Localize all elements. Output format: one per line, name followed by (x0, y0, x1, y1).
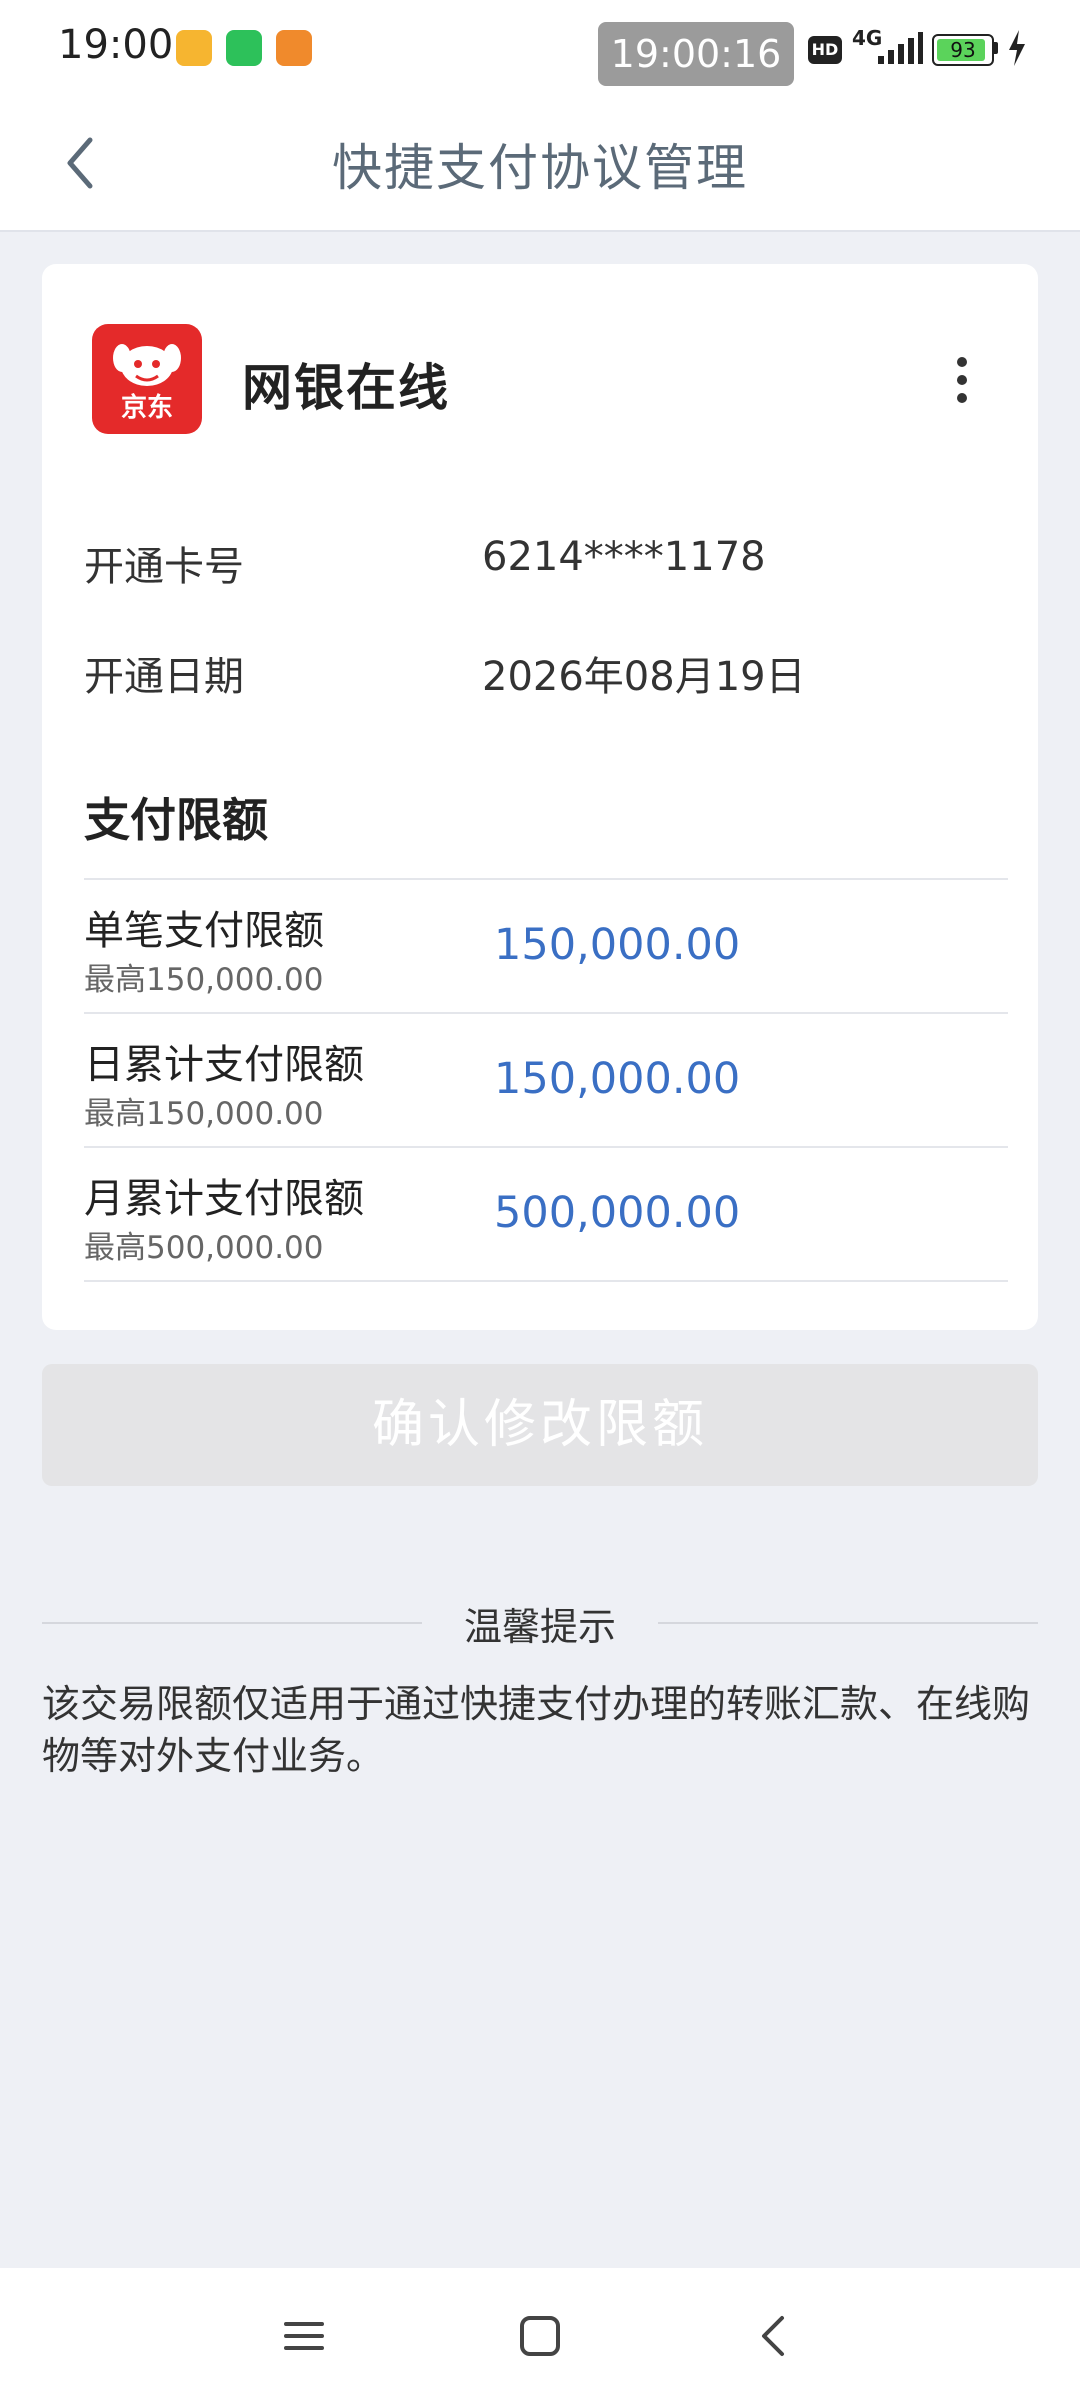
status-bar: 19:00 19:00:16 HD 4G 93 (0, 0, 1080, 100)
status-time: 19:00 (58, 22, 174, 68)
tips-text: 该交易限额仅适用于通过快捷支付办理的转账汇款、在线购物等对外支付业务。 (42, 1682, 1031, 1778)
video-app-icon (276, 30, 312, 66)
screen-recording-timer: 19:00:16 (598, 22, 794, 86)
battery-icon: 93 (932, 34, 994, 66)
battery-level: 93 (950, 38, 976, 62)
limits-section-title: 支付限额 (84, 793, 268, 847)
menu-icon[interactable] (274, 2306, 334, 2366)
notes-app-icon (176, 30, 212, 66)
card-number-label: 开通卡号 (84, 544, 244, 590)
confirm-limit-button[interactable]: 确认修改限额 (42, 1364, 1038, 1486)
page-header: 快捷支付协议管理 (0, 100, 1080, 232)
limit-name: 月累计支付限额 (84, 1176, 364, 1222)
divider (84, 1280, 1008, 1282)
more-vertical-icon[interactable] (942, 350, 982, 410)
merchant-name: 网银在线 (242, 359, 450, 417)
limit-max: 最高500,000.00 (84, 1230, 324, 1266)
limit-value-input[interactable]: 150,000.00 (494, 1054, 740, 1104)
limit-max: 最高150,000.00 (84, 962, 324, 998)
charging-icon (1009, 30, 1025, 66)
divider (84, 1012, 1008, 1014)
open-date-value: 2026年08月19日 (482, 654, 806, 700)
limit-max: 最高150,000.00 (84, 1096, 324, 1132)
tips-title: 温馨提示 (463, 1605, 616, 1649)
merchant-logo-text: 京东 (120, 393, 173, 423)
battery-tip (994, 42, 998, 54)
system-nav-bar (0, 2268, 1080, 2400)
back-icon[interactable] (744, 2306, 804, 2366)
merchant-logo: 京东 (92, 324, 202, 434)
signal-icon (878, 32, 923, 64)
divider (84, 878, 1008, 880)
limit-name: 单笔支付限额 (84, 908, 324, 954)
open-date-label: 开通日期 (84, 654, 244, 700)
agreement-card: 京东 网银在线 开通卡号 6214****1178 开通日期 2026年08月1… (42, 264, 1038, 1330)
home-icon[interactable] (510, 2306, 570, 2366)
card-number-value: 6214****1178 (482, 534, 766, 580)
limit-value-input[interactable]: 150,000.00 (494, 920, 740, 970)
limit-value-input[interactable]: 500,000.00 (494, 1188, 740, 1238)
page-title: 快捷支付协议管理 (332, 139, 748, 197)
hd-badge: HD (808, 36, 842, 64)
wechat-icon (226, 30, 262, 66)
divider (84, 1146, 1008, 1148)
limit-name: 日累计支付限额 (84, 1042, 364, 1088)
